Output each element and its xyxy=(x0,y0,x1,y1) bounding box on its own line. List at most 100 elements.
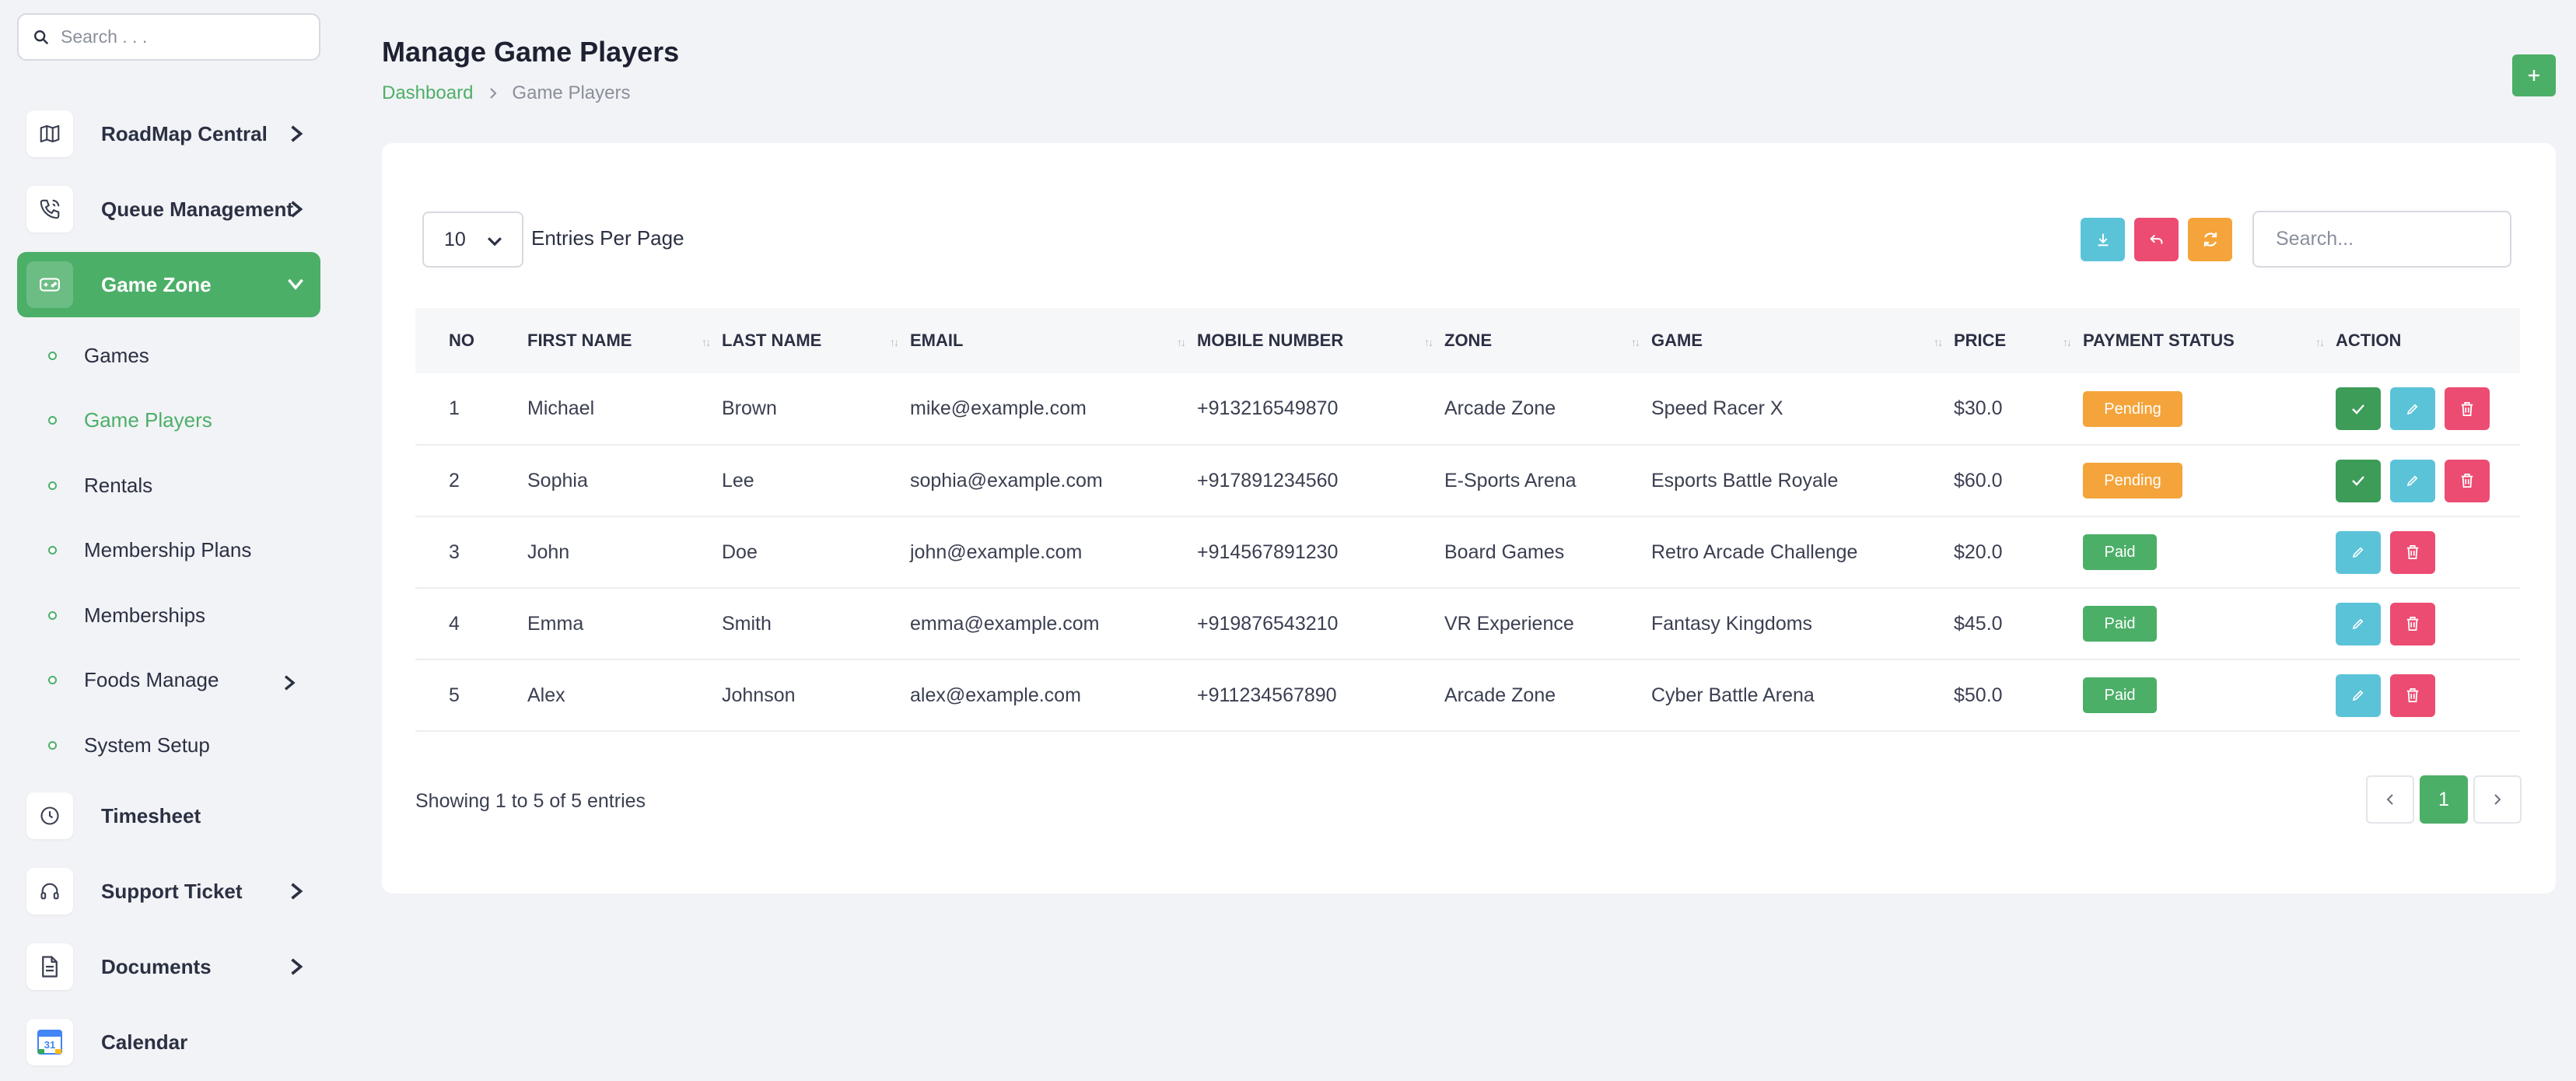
status-badge: Paid xyxy=(2083,677,2157,713)
headset-icon xyxy=(26,868,73,915)
cell-mobile: +919876543210 xyxy=(1197,588,1444,660)
trash-icon xyxy=(2461,401,2473,416)
cell-actions xyxy=(2336,516,2520,589)
chevron-right-icon xyxy=(288,124,305,144)
bullet-icon xyxy=(48,610,57,620)
bullet-icon xyxy=(48,351,57,360)
sidebar-subitem-system-setup[interactable]: System Setup xyxy=(48,728,210,762)
column-header-email[interactable]: EMAIL ↑↓ xyxy=(910,308,1197,373)
entries-per-page-select[interactable]: 10 xyxy=(422,212,523,268)
column-header-first-name[interactable]: FIRST NAME ↑↓ xyxy=(527,308,722,373)
cell-game: Cyber Battle Arena xyxy=(1651,659,1954,732)
cell-status: Paid xyxy=(2083,588,2336,660)
cell-status: Paid xyxy=(2083,516,2336,589)
column-header-last-name[interactable]: LAST NAME ↑↓ xyxy=(722,308,910,373)
download-button[interactable] xyxy=(2081,218,2125,261)
sidebar-subitem-memberships[interactable]: Memberships xyxy=(48,598,205,632)
table-search-input[interactable] xyxy=(2252,211,2511,268)
delete-button[interactable] xyxy=(2445,387,2490,430)
bullet-icon xyxy=(48,481,57,490)
cell-status: Pending xyxy=(2083,373,2336,446)
sidebar-item-label: Timesheet xyxy=(101,803,201,827)
pagination-prev-button[interactable] xyxy=(2366,775,2414,824)
pagination-page-1[interactable]: 1 xyxy=(2420,775,2468,824)
sort-icon: ↑↓ xyxy=(1631,336,1640,348)
sidebar-item-label: Game Zone xyxy=(101,272,212,296)
sidebar-item-documents[interactable]: Documents xyxy=(17,934,320,999)
edit-button[interactable] xyxy=(2390,459,2435,502)
sort-icon: ↑↓ xyxy=(2315,336,2325,348)
trash-icon xyxy=(2461,474,2473,488)
pagination-next-button[interactable] xyxy=(2473,775,2522,824)
column-header-mobile-number[interactable]: MOBILE NUMBER ↑↓ xyxy=(1197,308,1444,373)
column-header-game[interactable]: GAME ↑↓ xyxy=(1651,308,1954,373)
table-row: 1 Michael Brown mike@example.com +913216… xyxy=(415,373,2520,446)
cell-price: $50.0 xyxy=(1954,659,2083,732)
sidebar-item-label: Calendar xyxy=(101,1030,188,1054)
delete-button[interactable] xyxy=(2390,602,2435,645)
column-header-payment-status[interactable]: PAYMENT STATUS ↑↓ xyxy=(2083,308,2336,373)
cell-actions xyxy=(2336,445,2520,517)
cell-last-name: Smith xyxy=(722,588,910,660)
sidebar-item-timesheet[interactable]: Timesheet xyxy=(17,783,320,848)
sidebar-item-roadmap-central[interactable]: RoadMap Central xyxy=(17,101,320,166)
edit-button[interactable] xyxy=(2336,602,2381,645)
cell-actions xyxy=(2336,373,2520,446)
sidebar-subitem-foods-manage[interactable]: Foods Manage xyxy=(48,663,296,697)
pencil-icon xyxy=(2406,404,2418,415)
column-header-label: PRICE xyxy=(1954,331,2007,350)
sidebar-subitem-game-players[interactable]: Game Players xyxy=(48,403,212,437)
cell-no: 1 xyxy=(415,373,527,446)
sidebar-item-game-zone[interactable]: Game Zone xyxy=(17,252,320,317)
cell-zone: Arcade Zone xyxy=(1444,373,1651,446)
column-header-label: MOBILE NUMBER xyxy=(1197,331,1344,350)
cell-email: alex@example.com xyxy=(910,659,1197,732)
chevron-right-icon xyxy=(282,673,297,692)
breadcrumb-dashboard-link[interactable]: Dashboard xyxy=(382,82,473,104)
undo-button[interactable] xyxy=(2134,218,2179,261)
table-header-row: NO FIRST NAME ↑↓ LAST NAME ↑↓ EMAIL ↑↓ MOBI… xyxy=(415,308,2520,373)
sidebar-item-queue-management[interactable]: Queue Management xyxy=(17,177,320,242)
sidebar-item-label: Documents xyxy=(101,954,212,978)
edit-button[interactable] xyxy=(2390,387,2435,430)
bullet-icon xyxy=(48,740,57,750)
cell-game: Retro Arcade Challenge xyxy=(1651,516,1954,589)
page-title: Manage Game Players xyxy=(382,36,680,68)
trash-icon xyxy=(2406,617,2419,631)
refresh-button[interactable] xyxy=(2188,218,2232,261)
sidebar-subitem-membership-plans[interactable]: Membership Plans xyxy=(48,533,251,567)
approve-button[interactable] xyxy=(2336,459,2381,502)
cell-first-name: Sophia xyxy=(527,445,722,517)
edit-button[interactable] xyxy=(2336,673,2381,717)
sidebar-subitem-label: Memberships xyxy=(84,603,206,627)
sidebar-subitem-games[interactable]: Games xyxy=(48,338,149,373)
sidebar-item-calendar[interactable]: 31 Calendar xyxy=(17,1009,320,1075)
cell-first-name: Alex xyxy=(527,659,722,732)
delete-button[interactable] xyxy=(2445,459,2490,502)
cell-email: emma@example.com xyxy=(910,588,1197,660)
column-header-label: LAST NAME xyxy=(722,331,822,350)
delete-button[interactable] xyxy=(2390,530,2435,574)
approve-button[interactable] xyxy=(2336,387,2381,430)
cell-game: Esports Battle Royale xyxy=(1651,445,1954,517)
breadcrumb: Dashboard Game Players xyxy=(382,82,630,104)
cell-zone: E-Sports Arena xyxy=(1444,445,1651,517)
column-header-price[interactable]: PRICE ↑↓ xyxy=(1954,308,2083,373)
sidebar-item-support-ticket[interactable]: Support Ticket xyxy=(17,859,320,924)
search-icon xyxy=(33,29,50,46)
chevron-right-icon xyxy=(488,86,498,100)
bullet-icon xyxy=(48,415,57,425)
edit-button[interactable] xyxy=(2336,530,2381,574)
sidebar-subitem-rentals[interactable]: Rentals xyxy=(48,468,152,502)
add-player-button[interactable] xyxy=(2512,54,2556,96)
column-header-label: EMAIL xyxy=(910,331,964,350)
column-header-action: ACTION xyxy=(2336,308,2520,373)
delete-button[interactable] xyxy=(2390,673,2435,717)
chevron-down-icon xyxy=(486,236,503,248)
sidebar-search[interactable]: Search . . . xyxy=(17,13,320,61)
chevron-right-icon xyxy=(288,881,305,901)
column-header-zone[interactable]: ZONE ↑↓ xyxy=(1444,308,1651,373)
cell-no: 2 xyxy=(415,445,527,517)
entries-per-page-value: 10 xyxy=(444,228,466,250)
cell-mobile: +914567891230 xyxy=(1197,516,1444,589)
